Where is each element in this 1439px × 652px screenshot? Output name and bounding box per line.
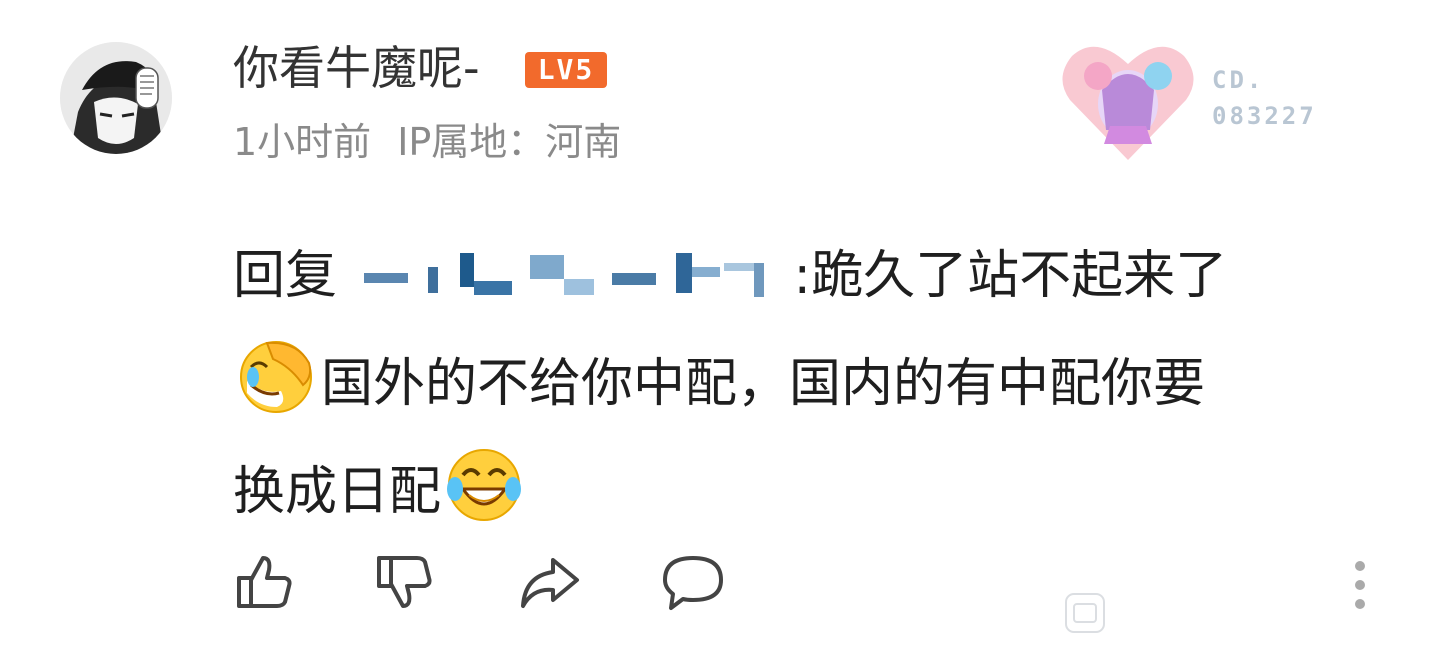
- fan-number: CD. 083227: [1212, 62, 1317, 134]
- level-badge: LV5: [525, 52, 607, 88]
- more-vertical-icon[interactable]: [1346, 556, 1374, 614]
- content-line-1: 回复 :跪久了站不起来了: [233, 222, 1383, 330]
- fan-number-prefix: CD.: [1212, 66, 1265, 94]
- thumbs-up-icon: [237, 556, 292, 608]
- username[interactable]: 你看牛魔呢-: [233, 38, 480, 98]
- facepalm-laugh-emoji: [240, 341, 312, 413]
- line3-text: 换成日配: [233, 462, 442, 522]
- tears-of-joy-emoji: [447, 449, 522, 521]
- comment-time: 1小时前: [233, 120, 372, 164]
- fan-number-value: 083227: [1212, 102, 1317, 130]
- mosaic-mention[interactable]: [354, 243, 794, 303]
- reply-button[interactable]: [661, 550, 725, 614]
- content-line-3: 换成日配: [233, 438, 1383, 546]
- reply-prefix: 回复: [233, 246, 338, 306]
- reply-text: :跪久了站不起来了: [793, 246, 1228, 306]
- thumbs-down-icon: [377, 556, 432, 608]
- fan-decoration[interactable]: [1058, 30, 1198, 170]
- comment-meta: 1小时前 IP属地：河南: [233, 116, 647, 168]
- avatar-illustration: [60, 42, 172, 154]
- avatar[interactable]: [60, 42, 172, 154]
- line2-text: 国外的不给你中配，国内的有中配你要: [321, 354, 1206, 414]
- heart-card-icon: [1062, 46, 1194, 160]
- share-icon: [521, 558, 579, 608]
- dislike-button[interactable]: [373, 550, 437, 614]
- comment-icon: [663, 556, 723, 610]
- ip-location: IP属地：河南: [397, 120, 622, 164]
- content-line-2: 国外的不给你中配，国内的有中配你要: [233, 330, 1383, 438]
- watermark-icon: [1065, 593, 1105, 633]
- like-button[interactable]: [233, 550, 297, 614]
- comment-content[interactable]: 回复 :跪久了站不起来了 国外的不给你中配，国内的有中配你要 换成日配: [233, 222, 1383, 546]
- share-button[interactable]: [517, 550, 581, 614]
